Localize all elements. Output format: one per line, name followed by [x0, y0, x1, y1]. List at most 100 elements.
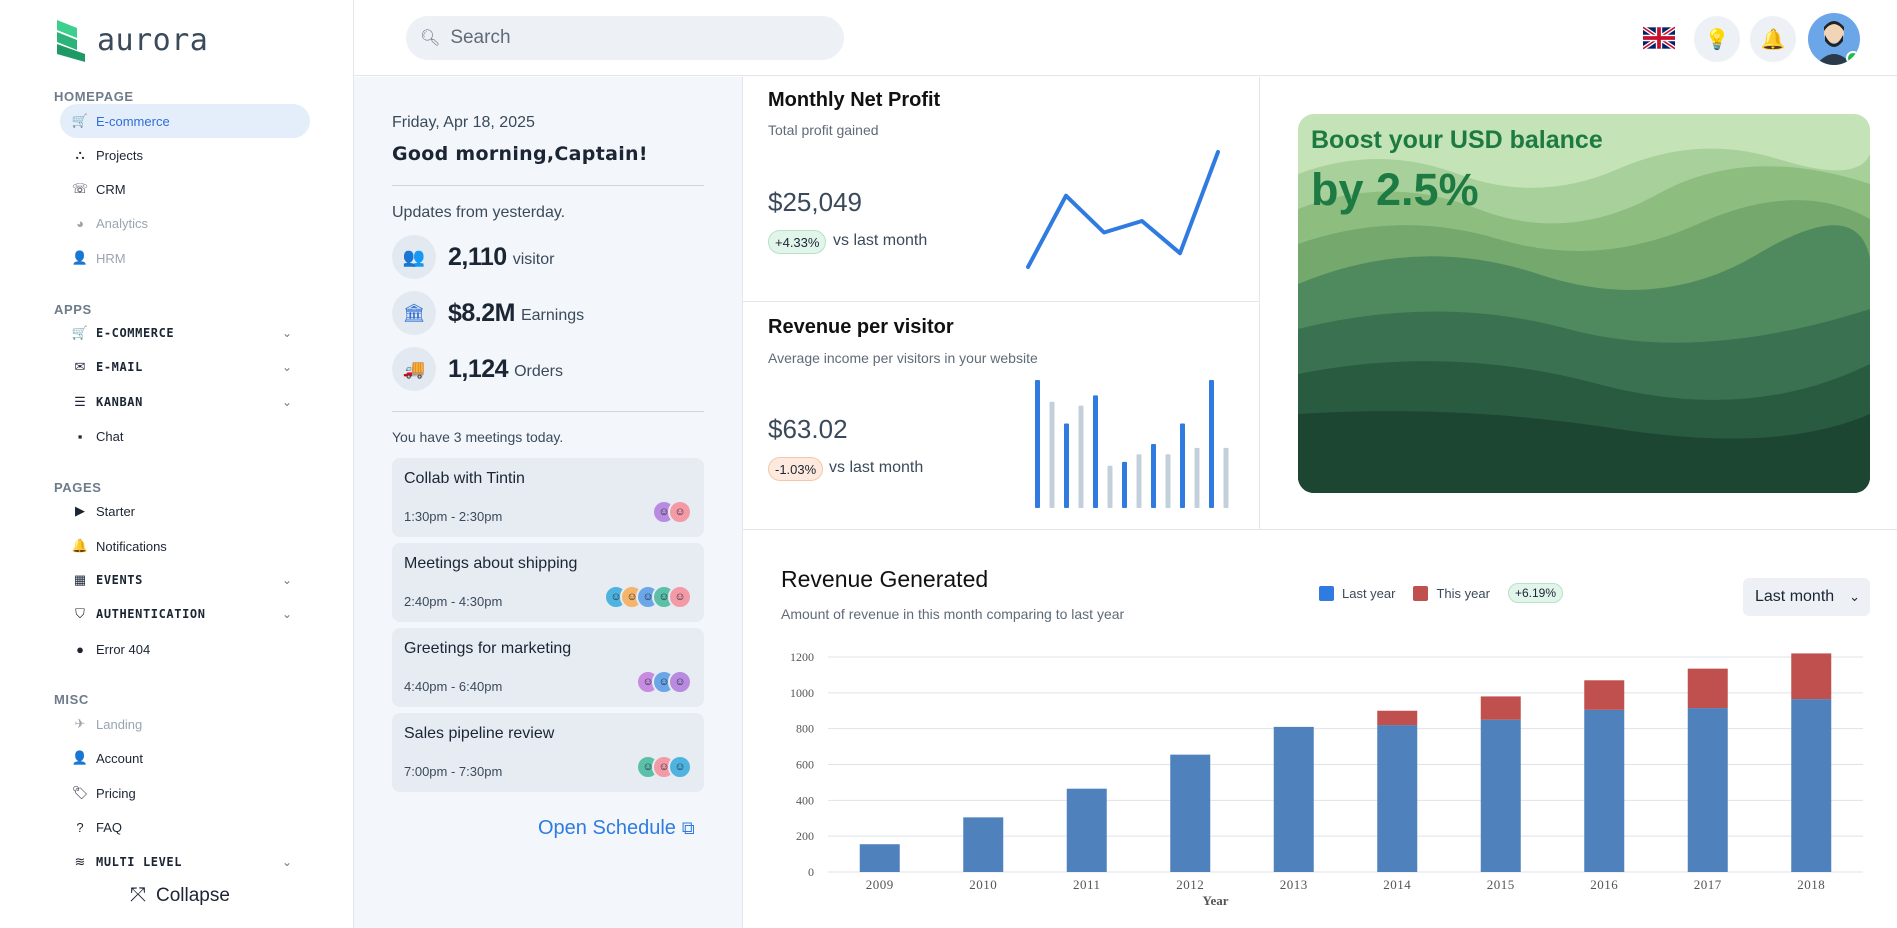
y-tick-label: 0: [808, 865, 814, 879]
sparkline-series: [1026, 150, 1220, 269]
phone-icon: ☏: [71, 181, 89, 196]
revenue-per-visitor-card: Revenue per visitor Average income per v…: [743, 302, 1260, 530]
cart-icon: 🛒: [71, 325, 89, 340]
attendee-avatar: ☺: [668, 500, 692, 524]
period-select[interactable]: Last month ⌄: [1743, 578, 1870, 616]
change-badge: +6.19%: [1507, 583, 1563, 603]
sidebar-item-crm[interactable]: ☏ CRM: [60, 172, 310, 206]
x-tick-label: 2016: [1590, 877, 1618, 892]
section-misc: MISC: [54, 692, 89, 707]
promo-banner[interactable]: Boost your USD balance by 2.5%: [1298, 114, 1870, 493]
meeting-card[interactable]: Meetings about shipping 2:40pm - 4:30pm …: [392, 543, 704, 622]
y-tick-label: 800: [796, 722, 814, 736]
sidebar-item-events[interactable]: ▦ EVENTS ⌄: [60, 563, 310, 597]
sidebar-item-notifications[interactable]: 🔔 Notifications: [60, 529, 310, 563]
sidebar-item-analytics[interactable]: ◕ Analytics: [60, 206, 310, 240]
brand-logo[interactable]: aurora: [55, 18, 208, 62]
revenue-bar-chart: 0 200 400 600 800 1000 1200 2009 2010 2011 2012 201…: [790, 650, 1863, 908]
notifications-button[interactable]: 🔔: [1750, 16, 1796, 62]
stat-orders: 🚚 1,124 Orders: [392, 347, 563, 391]
sidebar-item-projects[interactable]: ⛬ Projects: [60, 138, 310, 172]
sidebar-item-hrm[interactable]: 👤 HRM: [60, 241, 310, 275]
x-tick-label: 2015: [1487, 877, 1515, 892]
sidebar-item-email[interactable]: ✉ E-MAIL ⌄: [60, 350, 310, 384]
sidebar-item-authentication[interactable]: ⛉ AUTHENTICATION ⌄: [60, 597, 310, 631]
lightbulb-button[interactable]: 💡: [1694, 16, 1740, 62]
mini-bar: [1122, 461, 1127, 508]
sidebar-item-starter[interactable]: ▶ Starter: [60, 494, 310, 528]
meeting-title: Greetings for marketing: [404, 640, 572, 657]
card-title: Revenue Generated: [781, 566, 989, 592]
sidebar-item-label: Projects: [96, 147, 143, 163]
sidebar-item-label: AUTHENTICATION: [96, 607, 206, 621]
x-tick-label: 2009: [866, 877, 894, 892]
bar-last-year: [1480, 719, 1521, 872]
search-box[interactable]: 🔍︎: [406, 16, 844, 60]
lightbulb-icon: 💡: [1704, 28, 1730, 51]
mini-bar: [1049, 401, 1055, 508]
bar-last-year: [1377, 725, 1418, 872]
meeting-card[interactable]: Collab with Tintin 1:30pm - 2:30pm ☺ ☺: [392, 458, 704, 537]
sidebar-item-multi-level[interactable]: ≋ MULTI LEVEL ⌄: [60, 845, 310, 879]
section-apps: APPS: [54, 302, 92, 317]
sidebar-item-faq[interactable]: ? FAQ: [60, 810, 310, 844]
bar-last-year: [1791, 699, 1832, 872]
x-tick-label: 2011: [1073, 877, 1101, 892]
collapse-button[interactable]: ⤧ Collapse: [130, 884, 230, 907]
greeting-panel: Friday, Apr 18, 2025 Good morning,Captai…: [354, 77, 743, 928]
mini-bar: [1194, 447, 1200, 508]
x-tick-label: 2014: [1383, 877, 1411, 892]
updates-label: Updates from yesterday.: [392, 204, 566, 221]
bar-this-year: [1480, 696, 1521, 720]
bar-this-year: [1584, 680, 1625, 710]
legend-label: This year: [1436, 585, 1490, 601]
chevron-down-icon: ⌄: [281, 360, 292, 374]
revenue-generated-card: Revenue Generated Amount of revenue in t…: [743, 530, 1897, 928]
bar-last-year: [1066, 788, 1107, 872]
stat-earnings: 🏛 $8.2M Earnings: [392, 291, 584, 335]
bar-this-year: [1377, 710, 1418, 726]
sidebar-item-ecommerce[interactable]: 🛒 E-commerce: [60, 104, 310, 138]
mini-bar: [1223, 447, 1229, 508]
promo-card: Boost your USD balance by 2.5%: [1260, 77, 1897, 530]
attendee-avatar: ☺: [668, 755, 692, 779]
y-tick-label: 1200: [790, 650, 814, 664]
open-schedule-link[interactable]: Open Schedule ⧉: [538, 817, 695, 840]
mini-bar: [1180, 423, 1185, 508]
meeting-time: 1:30pm - 2:30pm: [404, 509, 503, 524]
meeting-card[interactable]: Greetings for marketing 4:40pm - 6:40pm …: [392, 628, 704, 707]
sidebar-item-chat[interactable]: ▪ Chat: [60, 419, 310, 453]
divider: [392, 185, 704, 186]
sidebar-item-ecommerce-app[interactable]: 🛒 E-COMMERCE ⌄: [60, 316, 310, 350]
share-nodes-icon: ⛬: [75, 147, 85, 162]
tag-icon: 🏷: [71, 785, 89, 800]
uk-flag-icon[interactable]: [1643, 26, 1675, 50]
meeting-time: 2:40pm - 4:30pm: [404, 594, 503, 609]
envelope-icon: ✉: [74, 359, 86, 374]
y-tick-label: 1000: [790, 686, 814, 700]
attendee-avatars: ☺ ☺ ☺: [636, 670, 692, 694]
section-pages: PAGES: [54, 480, 102, 495]
search-input[interactable]: [450, 27, 831, 49]
promo-title: Boost your USD balance: [1311, 126, 1603, 154]
attendee-avatar: ☺: [668, 670, 692, 694]
sidebar-item-kanban[interactable]: ☰ KANBAN ⌄: [60, 385, 310, 419]
comparison-label: vs last month: [833, 232, 928, 249]
greeting-title: Good morning,Captain!: [392, 143, 648, 165]
card-value: $25,049: [768, 187, 862, 217]
meeting-card[interactable]: Sales pipeline review 7:00pm - 7:30pm ☺ …: [392, 713, 704, 792]
alert-circle-icon: ●: [76, 641, 84, 657]
user-avatar[interactable]: [1808, 13, 1860, 65]
sidebar-item-landing[interactable]: ✈ Landing: [60, 707, 310, 741]
sidebar-item-label: E-COMMERCE: [96, 326, 175, 340]
cart-icon: 🛒: [71, 113, 89, 128]
truck-icon: 🚚: [392, 347, 436, 391]
sidebar-item-account[interactable]: 👤 Account: [60, 741, 310, 775]
card-title: Revenue per visitor: [768, 316, 954, 338]
sidebar: aurora HOMEPAGE 🛒 E-commerce ⛬ Projects ☏ C…: [5, 0, 354, 928]
bar-this-year: [1791, 653, 1832, 700]
stat-unit: Earnings: [520, 307, 585, 324]
legend-swatch: [1413, 585, 1429, 601]
sidebar-item-error-404[interactable]: ● Error 404: [60, 632, 310, 666]
sidebar-item-pricing[interactable]: 🏷 Pricing: [60, 776, 310, 810]
